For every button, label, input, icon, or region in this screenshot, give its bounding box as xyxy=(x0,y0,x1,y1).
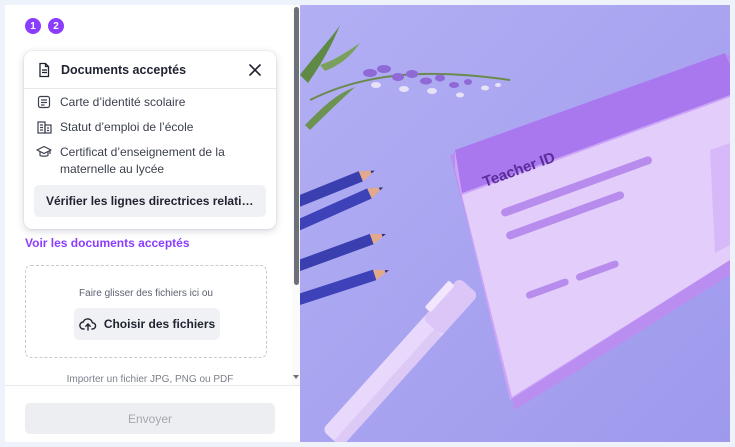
page-frame: 1 2 Documents acceptés Carte d’identité … xyxy=(5,5,730,442)
teacher-id-illustration: Teacher ID xyxy=(300,5,730,442)
step-2: 2 xyxy=(48,18,64,34)
list-item: Statut d’emploi de l’école xyxy=(36,119,266,136)
list-item: Certificat d’enseignement de la maternel… xyxy=(36,144,266,178)
close-icon xyxy=(249,63,261,76)
popover-header: Documents acceptés xyxy=(24,51,276,89)
dropzone-hint: Faire glisser des fichiers ici ou xyxy=(79,288,213,299)
document-icon xyxy=(36,62,52,78)
document-label: Carte d’identité scolaire xyxy=(60,95,186,109)
eligibility-guidelines-button[interactable]: Vérifier les lignes directrices relative… xyxy=(34,185,266,217)
illustration-art: Teacher ID xyxy=(300,5,730,442)
form-footer: Envoyer xyxy=(5,385,300,442)
cloud-upload-icon xyxy=(78,318,96,331)
file-dropzone[interactable]: Faire glisser des fichiers ici ou Choisi… xyxy=(25,265,267,358)
file-format-note: Importer un fichier JPG, PNG ou PDF xyxy=(66,374,234,385)
accepted-documents-popover: Documents acceptés Carte d’identité scol… xyxy=(24,51,276,229)
close-popover-button[interactable] xyxy=(246,61,264,79)
document-label: Certificat d’enseignement de la maternel… xyxy=(60,145,225,176)
step-indicator: 1 2 xyxy=(25,18,64,34)
popover-title: Documents acceptés xyxy=(61,62,187,77)
step-1: 1 xyxy=(25,18,41,34)
document-label: Statut d’emploi de l’école xyxy=(60,120,194,134)
document-lines-icon xyxy=(36,94,52,110)
building-icon xyxy=(36,119,52,135)
upload-panel: 1 2 Documents acceptés Carte d’identité … xyxy=(5,5,300,442)
accepted-documents-list: Carte d’identité scolaire Statut d’emplo… xyxy=(24,89,276,178)
see-accepted-documents-link[interactable]: Voir les documents acceptés xyxy=(25,236,190,250)
choose-files-label: Choisir des fichiers xyxy=(103,317,216,331)
submit-button[interactable]: Envoyer xyxy=(25,403,275,434)
choose-files-button[interactable]: Choisir des fichiers xyxy=(74,308,220,340)
scrollbar-thumb[interactable] xyxy=(294,7,299,285)
graduation-cap-icon xyxy=(36,144,52,160)
list-item: Carte d’identité scolaire xyxy=(36,94,266,111)
scroll-down-arrow-icon[interactable] xyxy=(292,373,300,381)
